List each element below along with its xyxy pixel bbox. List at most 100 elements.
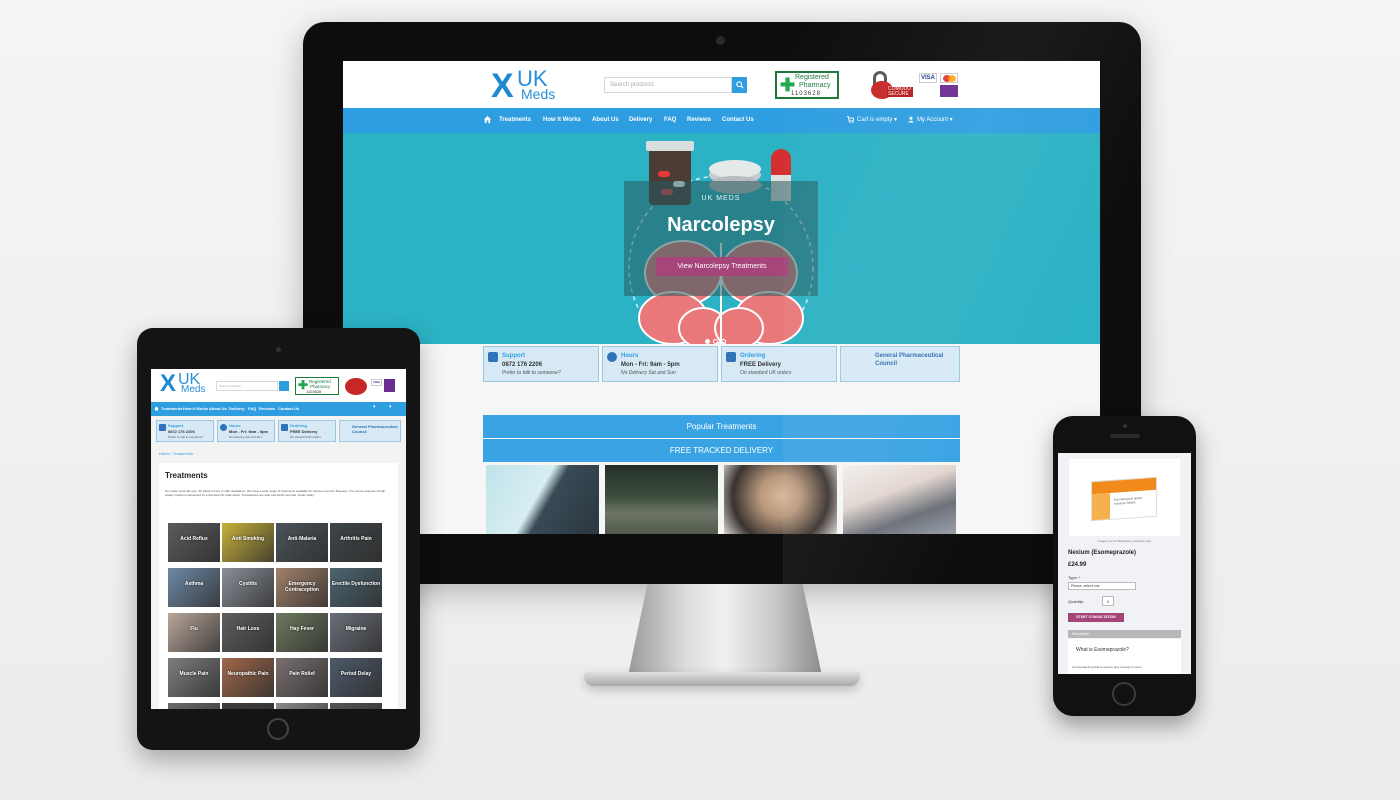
monitor-stand <box>628 584 822 676</box>
treatment-tile[interactable]: Flu <box>168 613 220 652</box>
treatment-tile[interactable]: Neuropathic Pain <box>222 658 274 697</box>
user-icon[interactable] <box>908 116 914 123</box>
breadcrumb[interactable]: Home / Treatments <box>159 451 193 456</box>
phone-device: Esomeprazole gastro-resistant Tablets Im… <box>1053 416 1196 716</box>
slider-dots <box>705 331 745 344</box>
nav-treatments[interactable]: Treatments <box>161 405 182 413</box>
treatment-tile-1[interactable] <box>486 465 599 534</box>
nav-contact-us[interactable]: Contact Us <box>722 116 754 125</box>
badge-number: 1103628 <box>306 389 322 394</box>
phone-icon <box>159 424 166 431</box>
info-title: Hours <box>621 353 639 359</box>
start-consultation-button[interactable]: START CONSULTATION <box>1068 613 1124 622</box>
home-icon[interactable] <box>483 115 492 124</box>
nav-about-us[interactable]: About Us <box>592 116 619 125</box>
nav-delivery[interactable]: Delivery <box>629 116 652 125</box>
treatment-tile[interactable]: ... <box>330 703 382 709</box>
treatment-tile[interactable]: Migraine <box>330 613 382 652</box>
popular-treatments-heading: Popular Treatments <box>483 415 960 438</box>
tablet-search-button[interactable] <box>279 381 289 391</box>
treatment-tile-3[interactable] <box>724 465 837 534</box>
treatments-card: Treatments No matter what ails you, UK M… <box>159 463 398 709</box>
treatment-tile[interactable]: Hay Fever <box>276 613 328 652</box>
view-treatments-button[interactable]: View Narcolepsy Treatments <box>656 257 788 276</box>
cart-icon[interactable]: ▾ <box>373 404 376 410</box>
pack-label: Esomeprazole gastro-resistant Tablets <box>1114 495 1144 506</box>
comodo-secure-seal: COMODO SECURE <box>871 71 913 99</box>
phone-icon <box>488 352 498 362</box>
maestro-icon <box>940 85 958 97</box>
nav-reviews[interactable]: Reviews <box>259 405 275 413</box>
home-icon[interactable] <box>154 406 159 411</box>
info-title: Support <box>502 353 525 359</box>
visa-icon: VISA <box>371 379 382 386</box>
site-logo[interactable]: X UK Meds <box>491 67 561 104</box>
nav-reviews[interactable]: Reviews <box>687 116 711 125</box>
tablet-home-button[interactable] <box>267 718 289 740</box>
treatment-tile[interactable]: Muscle Pain <box>168 658 220 697</box>
treatment-tile[interactable]: Hair Loss <box>222 613 274 652</box>
quantity-input[interactable]: 1 <box>1102 596 1114 606</box>
tile-label: Neuropathic Pain <box>227 671 269 677</box>
treatment-tile[interactable]: Pr... <box>222 703 274 709</box>
treatment-tile[interactable]: Anti-Malaria <box>276 523 328 562</box>
treatment-tile-2[interactable] <box>605 465 718 534</box>
tile-label: Asthma <box>184 581 204 587</box>
product-price: £24.99 <box>1068 562 1087 568</box>
gpc-text: General Pharmaceutical Council <box>875 353 944 367</box>
tablet-pharmacy-badge[interactable]: ✚ Registered Pharmacy 1103628 <box>295 377 339 395</box>
info-ordering: Ordering FREE Delivery On standard UK or… <box>721 346 837 382</box>
monitor-base <box>584 672 860 686</box>
info-title: Hours <box>229 423 241 428</box>
info-hours: Hours Mon - Fri: 9am - 5pm No Delivery S… <box>602 346 718 382</box>
clock-icon <box>220 424 227 431</box>
slider-dot-1[interactable] <box>705 339 710 344</box>
info-title: Ordering <box>740 353 766 359</box>
treatment-tile[interactable]: Period Delay <box>330 658 382 697</box>
nav-contact-us[interactable]: Contact Us <box>278 405 299 413</box>
nav-faq[interactable]: FAQ <box>248 405 256 413</box>
slider-dot-2[interactable] <box>713 339 718 344</box>
tablet-logo[interactable]: X UK Meds <box>160 371 208 398</box>
treatment-tile[interactable]: Asthma <box>168 568 220 607</box>
treatment-tile[interactable]: Erectile Dysfunction <box>330 568 382 607</box>
search-input[interactable]: Search products <box>604 77 732 93</box>
tablet-info-gpc[interactable]: General Pharmaceutical Council <box>339 420 401 442</box>
description-tab[interactable]: Description <box>1068 630 1181 638</box>
cart-status[interactable]: Cart is empty ▾ <box>857 116 897 125</box>
product-image: Esomeprazole gastro-resistant Tablets <box>1069 459 1180 536</box>
type-select[interactable]: Please, select one <box>1068 582 1136 590</box>
registered-pharmacy-badge[interactable]: ✚ Registered Pharmacy 1103628 <box>775 71 839 99</box>
nav-treatments[interactable]: Treatments <box>499 116 531 125</box>
treatment-tile[interactable]: Acid Reflux <box>168 523 220 562</box>
nav-how-it-works[interactable]: How It Works <box>183 405 208 413</box>
tile-label: Anti-Malaria <box>287 536 317 542</box>
tablet-search-input[interactable]: Search products <box>216 381 278 391</box>
treatment-tile[interactable]: Sleeping <box>276 703 328 709</box>
treatment-tile-4[interactable] <box>843 465 956 534</box>
phone-home-button[interactable] <box>1112 682 1136 706</box>
my-account-menu[interactable]: My Account ▾ <box>917 116 953 125</box>
nav-about-us[interactable]: About Us <box>209 405 227 413</box>
info-sub: Prefer to talk to someone? <box>502 370 561 376</box>
nav-delivery[interactable]: Delivery <box>229 405 245 413</box>
treatment-tile[interactable]: Premature <box>168 703 220 709</box>
info-gpc[interactable]: General Pharmaceutical Council <box>840 346 960 382</box>
info-main: Mon - Fri: 9am - 5pm <box>229 429 269 434</box>
nav-faq[interactable]: FAQ <box>664 116 676 125</box>
treatment-tile[interactable]: Arthritis Pain <box>330 523 382 562</box>
user-icon[interactable]: ▾ <box>389 404 392 410</box>
info-title: Ordering <box>290 423 307 428</box>
tile-label: Migraine <box>345 626 367 632</box>
tablet-nav: Treatments How It Works About Us Deliver… <box>151 402 406 416</box>
slider-dot-3[interactable] <box>721 339 726 344</box>
nav-how-it-works[interactable]: How It Works <box>543 116 581 125</box>
maestro-icon <box>384 379 395 392</box>
treatment-tile[interactable]: Emergency Contraception <box>276 568 328 607</box>
cart-icon[interactable] <box>847 116 854 123</box>
search-button[interactable] <box>732 77 747 93</box>
treatment-tile[interactable]: Pain Relief <box>276 658 328 697</box>
tile-label: Acid Reflux <box>180 536 208 542</box>
treatment-tile[interactable]: Anti Smoking <box>222 523 274 562</box>
treatment-tile[interactable]: Cystitis <box>222 568 274 607</box>
